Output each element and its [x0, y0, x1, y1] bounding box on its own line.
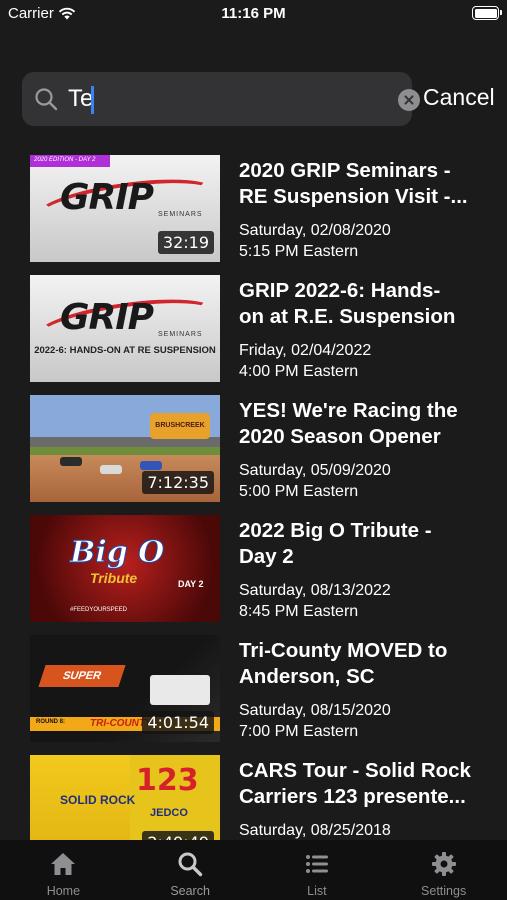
- home-icon: [51, 853, 76, 875]
- grip-logo: GRIP: [60, 297, 154, 338]
- duration-badge: 7:12:35: [142, 471, 214, 494]
- result-row[interactable]: SOLID ROCK 123 JEDCO 2:49:49 CARS Tour -…: [30, 750, 500, 840]
- video-thumbnail[interactable]: BRUSHCREEK 7:12:35: [30, 395, 220, 502]
- results-list: 2020 EDITION - DAY 2 GRIP SEMINARS 32:19…: [0, 150, 507, 840]
- tab-bar: Home Search List Settings: [0, 840, 507, 900]
- result-title: YES! We're Racing the 2020 Season Opener: [239, 399, 458, 448]
- race-car-graphic: [140, 461, 162, 470]
- video-thumbnail[interactable]: GRIP SEMINARS 2022-6: HANDS-ON AT RE SUS…: [30, 275, 220, 382]
- search-screen: Carrier 11:16 PM Cancel 2020 EDITION - D…: [0, 0, 507, 900]
- duration-badge: 2:49:49: [142, 831, 214, 840]
- grip-logo: GRIP: [60, 177, 154, 218]
- thumbnail-day: DAY 2: [178, 579, 204, 589]
- clear-search-icon[interactable]: [398, 89, 420, 111]
- tab-search[interactable]: Search: [127, 840, 254, 900]
- battery-icon: [472, 6, 502, 20]
- car-number: 123: [136, 763, 199, 798]
- result-title: Tri-County MOVED to Anderson, SC: [239, 639, 448, 688]
- result-date: Saturday, 05/09/2020: [239, 462, 391, 479]
- big-o-logo: Big O: [69, 535, 165, 571]
- result-row[interactable]: SUPER ROUND 8: TRI-COUNTY 4:01:54 Tri-Co…: [30, 630, 500, 742]
- tab-label: List: [307, 884, 327, 898]
- result-date: Saturday, 02/08/2020: [239, 222, 391, 239]
- result-time: 5:00 PM Eastern: [239, 483, 359, 500]
- series-logo: SUPER: [38, 665, 126, 687]
- duration-badge: 4:01:54: [142, 711, 214, 734]
- result-date: Friday, 02/04/2022: [239, 342, 372, 359]
- grip-logo-sub: SEMINARS: [158, 211, 203, 218]
- track-grass-graphic: [30, 447, 220, 455]
- sponsor-logo: JEDCO: [150, 807, 188, 819]
- result-time: 5:15 PM Eastern: [239, 243, 359, 260]
- race-car-graphic: [60, 457, 82, 466]
- text-caret: [91, 86, 94, 114]
- video-thumbnail[interactable]: SUPER ROUND 8: TRI-COUNTY 4:01:54: [30, 635, 220, 742]
- result-title: CARS Tour - Solid Rock Carriers 123 pres…: [239, 759, 471, 808]
- result-title: 2020 GRIP Seminars - RE Suspension Visit…: [239, 159, 468, 208]
- result-date: Saturday, 08/25/2018: [239, 822, 391, 839]
- gear-icon: [431, 852, 456, 876]
- result-row[interactable]: Big O Tribute DAY 2 #FEEDYOURSPEED 2022 …: [30, 510, 500, 622]
- track-logo: BRUSHCREEK: [150, 413, 210, 439]
- thumbnail-caption: 2022-6: HANDS-ON AT RE SUSPENSION: [34, 345, 216, 356]
- search-icon: [35, 88, 58, 111]
- thumbnail-banner: 2020 EDITION - DAY 2: [30, 155, 110, 167]
- result-title: 2022 Big O Tribute - Day 2: [239, 519, 432, 568]
- video-thumbnail[interactable]: SOLID ROCK 123 JEDCO 2:49:49: [30, 755, 220, 840]
- duration-badge: 32:19: [157, 231, 214, 254]
- sponsor-logo: SOLID ROCK: [60, 793, 136, 807]
- list-icon: [305, 855, 328, 873]
- tab-list[interactable]: List: [254, 840, 381, 900]
- tab-label: Search: [170, 884, 210, 898]
- cancel-button[interactable]: Cancel: [423, 84, 495, 111]
- search-icon: [178, 852, 203, 877]
- search-field[interactable]: [22, 72, 420, 126]
- result-time: 7:00 PM Eastern: [239, 723, 359, 740]
- status-time: 11:16 PM: [221, 5, 286, 22]
- tab-settings[interactable]: Settings: [380, 840, 507, 900]
- thumbnail-hashtag: #FEEDYOURSPEED: [70, 607, 128, 613]
- result-time: 8:45 PM Eastern: [239, 603, 359, 620]
- result-title: GRIP 2022-6: Hands- on at R.E. Suspensio…: [239, 279, 456, 328]
- tab-home[interactable]: Home: [0, 840, 127, 900]
- result-date: Saturday, 08/13/2022: [239, 582, 391, 599]
- tab-label: Home: [46, 884, 81, 898]
- tribute-logo: Tribute: [90, 570, 138, 586]
- race-car-graphic: [150, 675, 210, 705]
- result-time: 4:00 PM Eastern: [239, 363, 359, 380]
- race-car-graphic: [100, 465, 122, 474]
- result-row[interactable]: GRIP SEMINARS 2022-6: HANDS-ON AT RE SUS…: [30, 270, 500, 382]
- result-row[interactable]: BRUSHCREEK 7:12:35 YES! We're Racing the…: [30, 390, 500, 502]
- result-row[interactable]: 2020 EDITION - DAY 2 GRIP SEMINARS 32:19…: [30, 150, 500, 262]
- result-date: Saturday, 08/15/2020: [239, 702, 391, 719]
- video-thumbnail[interactable]: Big O Tribute DAY 2 #FEEDYOURSPEED: [30, 515, 220, 622]
- grip-logo-sub: SEMINARS: [158, 331, 203, 338]
- search-input[interactable]: [68, 72, 368, 126]
- tab-label: Settings: [421, 884, 467, 898]
- video-thumbnail[interactable]: 2020 EDITION - DAY 2 GRIP SEMINARS 32:19: [30, 155, 220, 262]
- round-label: ROUND 8:: [36, 719, 66, 725]
- status-bar: Carrier 11:16 PM: [0, 0, 507, 30]
